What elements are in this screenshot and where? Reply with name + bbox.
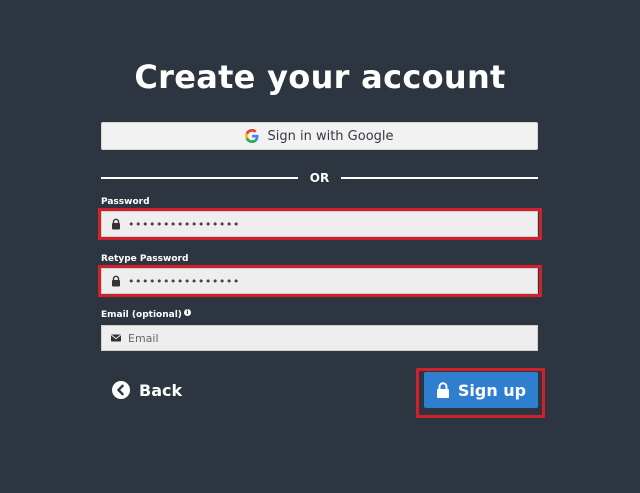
password-field[interactable]: •••••••••••••••• (101, 211, 538, 237)
signup-label: Sign up (457, 380, 527, 400)
back-label: Back (139, 380, 183, 400)
email-placeholder: Email (128, 331, 159, 345)
lock-icon (112, 275, 120, 287)
divider-line-left (101, 177, 298, 179)
password-label: Password (101, 197, 150, 207)
lock-icon (436, 382, 449, 398)
retype-password-value: •••••••••••••••• (128, 274, 240, 288)
chevron-left-circle-icon (112, 381, 130, 399)
info-icon[interactable]: i (183, 309, 191, 316)
password-value: •••••••••••••••• (128, 217, 240, 231)
google-icon (245, 129, 260, 143)
page-title: Create your account (134, 58, 506, 96)
google-signin-label: Sign in with Google (267, 128, 394, 144)
retype-password-label: Retype Password (101, 254, 189, 264)
google-signin-button[interactable]: Sign in with Google (101, 122, 538, 150)
create-account-page: Create your account Sign in with Google … (0, 0, 640, 493)
email-label: Email (optional) i (101, 309, 191, 321)
email-field[interactable]: Email (101, 325, 538, 351)
email-label-text: Email (optional) (101, 310, 182, 320)
or-text: OR (309, 171, 330, 185)
lock-icon (112, 218, 120, 230)
signup-button[interactable]: Sign up (424, 372, 538, 408)
divider-line-right (341, 177, 539, 179)
back-button[interactable]: Back (112, 378, 182, 402)
or-divider: OR (101, 170, 539, 186)
retype-password-field[interactable]: •••••••••••••••• (101, 268, 538, 294)
envelope-icon (110, 334, 122, 342)
